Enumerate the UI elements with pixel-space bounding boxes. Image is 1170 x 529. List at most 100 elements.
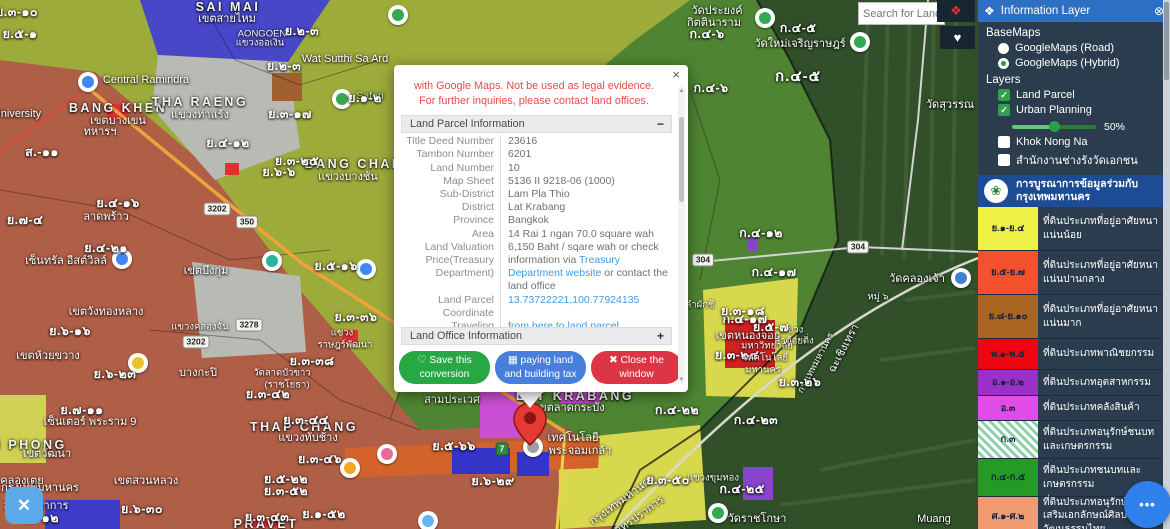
- pay-tax-button[interactable]: ▦ paying land and building tax: [495, 351, 586, 384]
- temple-icon[interactable]: [951, 268, 971, 288]
- table-row: DistrictLat Krabang: [401, 201, 672, 214]
- popup-scrollbar[interactable]: ▲ ▼: [678, 87, 685, 384]
- favorites-button[interactable]: ♥: [940, 26, 975, 49]
- field-value: 13.73722221,100.77924135: [500, 294, 672, 320]
- layer-option[interactable]: Khok Nong Na: [998, 136, 1170, 148]
- opacity-slider[interactable]: [1012, 125, 1096, 129]
- panel-header: ❖ Information Layer ⊗: [978, 0, 1170, 22]
- field-value: 5136 II 9218-06 (1000): [500, 175, 672, 188]
- legend-row: อ.๑-อ.๒ที่ดินประเภทอุตสาหกรรม: [978, 370, 1170, 396]
- popup-warning-text: with Google Maps. Not be used as legal e…: [406, 79, 662, 109]
- legend-header: ❀ การบูรณาการข้อมูลร่วมกับ กรุงเทพมหานคร: [978, 175, 1170, 207]
- legend-swatch: ย.๑-ย.๔: [978, 207, 1038, 250]
- land-parcel-popup: × with Google Maps. Not be used as legal…: [394, 65, 688, 392]
- table-row: ProvinceBangkok: [401, 214, 672, 227]
- field-label: Land Number: [401, 162, 500, 175]
- poi-icon[interactable]: [128, 353, 148, 373]
- road-shield: 3202: [204, 203, 231, 216]
- poi-icon[interactable]: [262, 251, 282, 271]
- section-land-office-info[interactable]: Land Office Information +: [401, 327, 672, 345]
- section-title: Land Parcel Information: [410, 118, 525, 130]
- poi-icon[interactable]: [418, 511, 438, 529]
- panel-scrollbar[interactable]: [1163, 0, 1170, 529]
- section-title: Land Office Information: [410, 330, 522, 342]
- road-shield: 304: [847, 241, 869, 254]
- map-pin-icon[interactable]: [513, 402, 547, 446]
- layer-option[interactable]: ✓Urban Planning: [998, 104, 1170, 116]
- field-value: Lat Krabang: [500, 201, 672, 214]
- close-icon[interactable]: ×: [672, 67, 680, 82]
- park-icon[interactable]: [332, 89, 352, 109]
- hospital-icon[interactable]: [340, 458, 360, 478]
- scroll-down-icon[interactable]: ▼: [678, 377, 685, 383]
- basemaps-list: GoogleMaps (Road) GoogleMaps (Hybrid): [978, 42, 1170, 69]
- panel-title: Information Layer: [1001, 5, 1148, 17]
- legend-row: ย.๕-ย.๗ที่ดินประเภทที่อยู่อาศัยหนาแน่นปา…: [978, 251, 1170, 295]
- parcel-info-table: Title Deed Number23616Tambon Number6201L…: [401, 135, 672, 346]
- search-input[interactable]: [858, 2, 945, 25]
- radio-button[interactable]: [998, 58, 1009, 69]
- scrollbar-thumb[interactable]: [679, 117, 684, 202]
- legend-description: ที่ดินประเภทคลังสินค้า: [1038, 396, 1170, 420]
- temple-icon[interactable]: [388, 5, 408, 25]
- field-label: Tambon Number: [401, 148, 500, 161]
- legend-description: ที่ดินประเภทที่อยู่อาศัยหนาแน่นมาก: [1038, 295, 1170, 338]
- table-row: Map Sheet5136 II 9218-06 (1000): [401, 175, 672, 188]
- legend-swatch: ก.๔-ก.๕: [978, 459, 1038, 496]
- poi-icon[interactable]: [356, 259, 376, 279]
- field-value: 10: [500, 162, 672, 175]
- checkbox[interactable]: ✓: [998, 89, 1010, 101]
- table-row: Land Valuation Price(Treasury Department…: [401, 241, 672, 294]
- slider-thumb[interactable]: [1049, 121, 1060, 132]
- scrollbar-thumb[interactable]: [1164, 2, 1169, 80]
- legend-swatch: ศ.๑-ศ.๒: [978, 497, 1038, 529]
- checkbox[interactable]: ✓: [998, 104, 1010, 116]
- radio-button[interactable]: [998, 43, 1009, 54]
- legend-swatch: อ.๓: [978, 396, 1038, 420]
- more-options-fab[interactable]: •••: [1124, 481, 1170, 528]
- legend-row: ย.๘-ย.๑๐ที่ดินประเภทที่อยู่อาศัยหนาแน่นม…: [978, 295, 1170, 339]
- map-tool-button[interactable]: ✕: [5, 487, 43, 524]
- layers-toggle-button[interactable]: ❖: [937, 0, 975, 22]
- mall-icon[interactable]: [78, 72, 98, 92]
- checkbox[interactable]: [998, 136, 1010, 148]
- section-land-parcel-info[interactable]: Land Parcel Information −: [401, 115, 672, 133]
- poi-icon[interactable]: [377, 444, 397, 464]
- basemaps-label: BaseMaps: [986, 27, 1170, 39]
- layers-list: ✓Land Parcel✓Urban Planning50%Khok Nong …: [978, 89, 1170, 169]
- legend-swatch: ย.๕-ย.๗: [978, 251, 1038, 294]
- mall-icon[interactable]: [112, 249, 132, 269]
- legend-swatch: พ.๑-พ.๕: [978, 339, 1038, 369]
- basemap-option[interactable]: GoogleMaps (Road): [998, 42, 1170, 54]
- field-label: Province: [401, 214, 500, 227]
- road-shield: 3202: [183, 336, 210, 349]
- save-conversion-button[interactable]: ♡ Save this conversion: [399, 351, 490, 384]
- layer-option[interactable]: สำนักงานช่างรังวัดเอกชน: [998, 151, 1170, 169]
- expand-icon[interactable]: +: [657, 329, 664, 343]
- grid-icon: ▦: [508, 355, 518, 366]
- table-row: Tambon Number6201: [401, 148, 672, 161]
- legend-title: การบูรณาการข้อมูลร่วมกับ กรุงเทพมหานคร: [1016, 178, 1164, 204]
- link[interactable]: 13.73722221,100.77924135: [508, 294, 639, 306]
- checkbox[interactable]: [998, 154, 1010, 166]
- legend-description: ที่ดินประเภทที่อยู่อาศัยหนาแน่นน้อย: [1038, 207, 1170, 250]
- basemap-option[interactable]: GoogleMaps (Hybrid): [998, 57, 1170, 69]
- basemap-label: GoogleMaps (Hybrid): [1015, 57, 1120, 69]
- field-label: Land Parcel Coordinate: [401, 294, 500, 320]
- field-value: 6,150 Baht / sqare wah or check informat…: [500, 241, 672, 294]
- legend-description: ที่ดินประเภทอุตสาหกรรม: [1038, 370, 1170, 395]
- x-icon: ✖: [609, 355, 618, 366]
- temple-icon[interactable]: [850, 32, 870, 52]
- popup-tail: [516, 391, 544, 408]
- layer-label: สำนักงานช่างรังวัดเอกชน: [1016, 151, 1138, 169]
- close-window-button[interactable]: ✖ Close the window: [591, 351, 682, 384]
- temple-icon[interactable]: [755, 8, 775, 28]
- legend-description: ที่ดินประเภทอนุรักษ์ชนบทและเกษตรกรรม: [1038, 421, 1170, 458]
- table-row: Area14 Rai 1 ngan 70.0 square wah: [401, 228, 672, 241]
- field-label: District: [401, 201, 500, 214]
- heart-icon: ♥: [954, 30, 962, 45]
- layer-option[interactable]: ✓Land Parcel: [998, 89, 1170, 101]
- scroll-up-icon[interactable]: ▲: [678, 88, 685, 94]
- temple-icon[interactable]: [708, 503, 728, 523]
- collapse-icon[interactable]: −: [657, 117, 664, 131]
